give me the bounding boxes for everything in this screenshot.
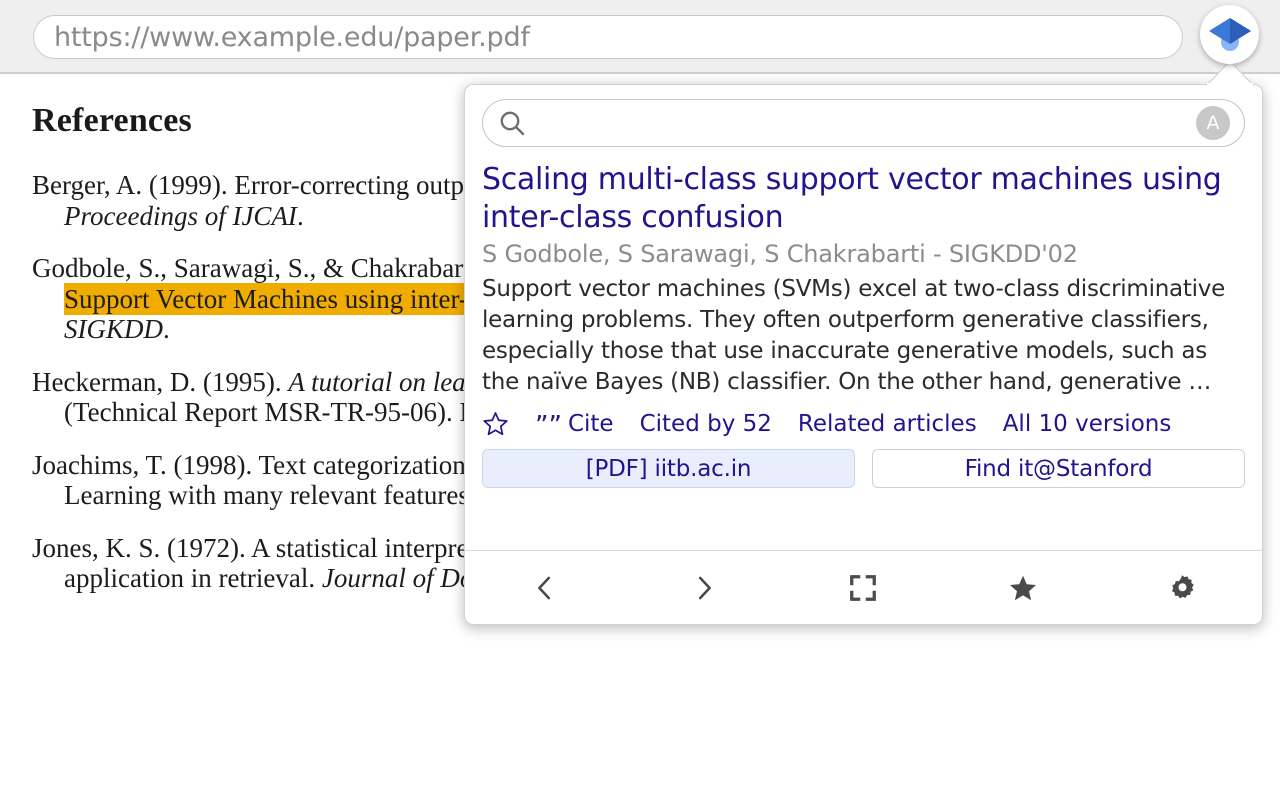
google-scholar-mortarboard-icon: [1208, 15, 1252, 55]
chevron-right-icon: [699, 576, 712, 599]
expand-button[interactable]: [818, 558, 908, 618]
avatar[interactable]: A: [1196, 106, 1230, 140]
google-scholar-extension-button[interactable]: [1200, 5, 1259, 64]
search-input[interactable]: [535, 110, 1188, 136]
search-box[interactable]: A: [482, 99, 1245, 147]
forward-button[interactable]: [659, 558, 749, 618]
result-link-buttons: [PDF] iitb.ac.in Find it@Stanford: [482, 449, 1245, 488]
library-link-button[interactable]: Find it@Stanford: [872, 449, 1245, 488]
search-icon: [497, 108, 527, 138]
save-star-button[interactable]: [482, 410, 509, 437]
pdf-link-button[interactable]: [PDF] iitb.ac.in: [482, 449, 855, 488]
library-button[interactable]: [978, 558, 1068, 618]
all-versions-link[interactable]: All 10 versions: [1003, 411, 1172, 437]
url-bar[interactable]: https://www.example.edu/paper.pdf: [33, 15, 1183, 59]
result-authors: S Godbole, S Sarawagi, S Chakrabarti - S…: [482, 240, 1078, 268]
cited-by-link[interactable]: Cited by 52: [640, 411, 772, 437]
search-result: Scaling multi-class support vector machi…: [465, 161, 1262, 549]
result-title-link[interactable]: Scaling multi-class support vector machi…: [482, 161, 1245, 237]
cite-label: Cite: [567, 410, 614, 437]
url-text: https://www.example.edu/paper.pdf: [54, 21, 530, 53]
settings-button[interactable]: [1137, 558, 1227, 618]
result-snippet: Support vector machines (SVMs) excel at …: [482, 276, 1226, 395]
related-articles-link[interactable]: Related articles: [798, 411, 977, 437]
cite-button[interactable]: ”” Cite: [535, 410, 614, 441]
star-filled-icon: [1009, 575, 1036, 600]
popup-toolbar: [465, 550, 1262, 624]
fullscreen-icon: [850, 574, 877, 601]
gear-icon: [1172, 574, 1194, 598]
browser-chrome: https://www.example.edu/paper.pdf: [0, 0, 1280, 74]
chevron-left-icon: [537, 576, 550, 599]
google-scholar-popup: A Scaling multi-class support vector mac…: [464, 84, 1263, 625]
result-actions: ”” Cite Cited by 52 Related articles All…: [482, 410, 1245, 441]
popup-search-row: A: [465, 85, 1262, 161]
back-button[interactable]: [500, 558, 590, 618]
quote-icon: ””: [535, 410, 562, 441]
star-outline-icon: [483, 412, 508, 436]
